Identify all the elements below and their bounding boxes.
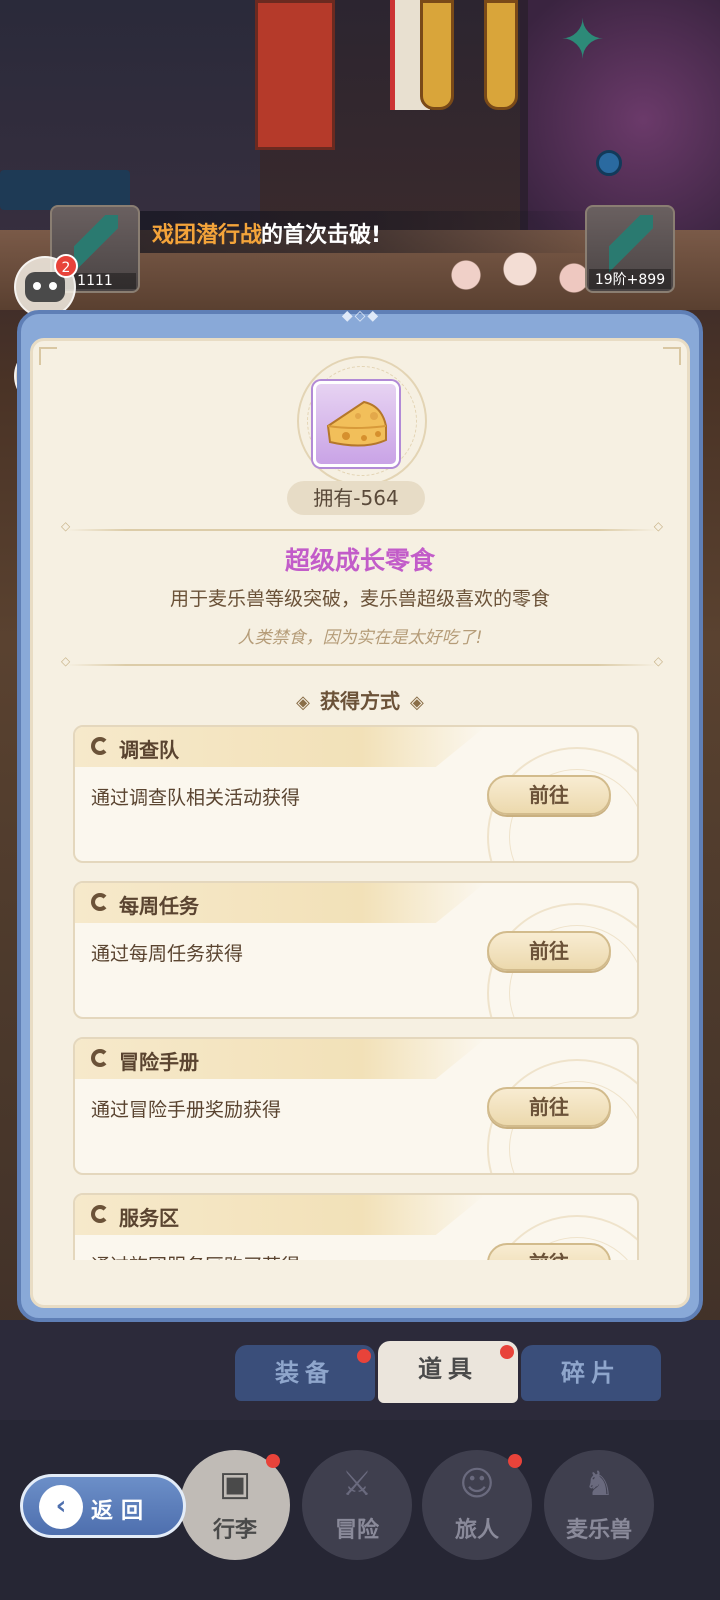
go-button[interactable]: 前往: [487, 931, 611, 971]
owned-count: 拥有-564: [287, 481, 425, 515]
sources-title: ◈ 获得方式 ◈: [33, 685, 687, 714]
banner-highlight: 戏团潜行战: [152, 223, 263, 248]
nav-label: 旅人: [454, 1518, 499, 1543]
achievement-banner: 1111 戏团潜行战 的首次击破! 19阶+899: [40, 205, 680, 295]
tab-equipment[interactable]: 装备: [235, 1345, 375, 1401]
item-name: 超级成长零食: [284, 546, 435, 575]
source-card: 服务区 通过旅团服务区购买获得 前往: [73, 1193, 639, 1260]
source-icon: [91, 737, 109, 755]
nav-label: 麦乐兽: [565, 1518, 632, 1543]
divider: [61, 654, 663, 668]
source-card: 冒险手册 通过冒险手册奖励获得 前往: [73, 1037, 639, 1175]
item-flavor-text: 人类禁食，因为实在是太好吃了!: [237, 628, 483, 648]
bot-icon: [25, 272, 65, 302]
scene-character-legs: [420, 0, 530, 130]
notification-dot: [357, 1349, 371, 1363]
source-icon: [91, 1049, 109, 1067]
traveler-icon: ☺: [459, 1464, 495, 1504]
weapon-icon: [74, 215, 118, 275]
sources-title-text: 获得方式: [320, 689, 400, 713]
back-arrow-icon: ‹: [39, 1485, 83, 1529]
corner-ornament: [39, 347, 57, 365]
weapon-icon: [609, 215, 653, 275]
tab-items[interactable]: 道具: [378, 1341, 518, 1403]
tab-label: 装备: [275, 1359, 335, 1387]
chest-icon: ▣: [218, 1464, 252, 1504]
item-description: 用于麦乐兽等级突破，麦乐兽超级喜欢的零食: [169, 588, 550, 610]
nav-label: 行李: [212, 1518, 257, 1543]
source-label: 调查队: [119, 738, 179, 762]
go-button[interactable]: 前往: [487, 1087, 611, 1127]
crossed-swords-icon: ⚔: [341, 1464, 373, 1504]
tab-label: 道具: [418, 1355, 478, 1383]
divider: [61, 519, 663, 533]
bot-button[interactable]: 2: [14, 254, 78, 318]
corner-ornament: [663, 347, 681, 365]
notification-dot: [508, 1454, 522, 1468]
source-icon: [91, 893, 109, 911]
source-card: 调查队 通过调查队相关活动获得 前往: [73, 725, 639, 863]
cheese-icon: [326, 400, 387, 447]
banner-strip: 戏团潜行战 的首次击破!: [140, 211, 610, 253]
source-icon: [91, 1205, 109, 1223]
scene-poster: [255, 0, 335, 150]
back-label: 返回: [91, 1499, 152, 1524]
source-description: 通过冒险手册奖励获得: [91, 1099, 282, 1121]
right-character-card: 19阶+899: [585, 205, 675, 293]
go-button[interactable]: 前往: [487, 1243, 611, 1260]
item-detail-panel: 拥有-564 超级成长零食 用于麦乐兽等级突破，麦乐兽超级喜欢的零食 人类禁食，…: [30, 338, 690, 1308]
nav-adventure[interactable]: ⚔ 冒险: [302, 1450, 412, 1560]
nav-luggage[interactable]: ▣ 行李: [180, 1450, 290, 1560]
sources-list[interactable]: 调查队 通过调查队相关活动获得 前往 每周任务 通过每周任务获得 前往 冒险手册…: [73, 725, 639, 1260]
notification-dot: [266, 1454, 280, 1468]
tab-label: 碎片: [561, 1359, 621, 1387]
nav-label: 冒险: [334, 1518, 379, 1543]
source-label: 冒险手册: [119, 1050, 199, 1074]
bot-badge: 2: [54, 254, 78, 278]
notification-dot: [500, 1345, 514, 1359]
banner-suffix: 的首次击破!: [261, 223, 382, 248]
pet-icon: ♞: [583, 1464, 615, 1504]
right-card-level: 19阶+899: [589, 269, 671, 289]
scene-floor-mat: [0, 170, 130, 210]
star-icon: ✦: [560, 8, 606, 71]
source-label: 服务区: [119, 1206, 179, 1230]
diamond-icon: ◈: [410, 692, 424, 713]
nav-pet[interactable]: ♞ 麦乐兽: [544, 1450, 654, 1560]
go-button[interactable]: 前往: [487, 775, 611, 815]
item-icon-frame: [313, 381, 399, 467]
scene-orb: [596, 150, 622, 176]
source-description: 通过旅团服务区购买获得: [91, 1251, 300, 1260]
nav-traveler[interactable]: ☺ 旅人: [422, 1450, 532, 1560]
source-card: 每周任务 通过每周任务获得 前往: [73, 881, 639, 1019]
tab-fragments[interactable]: 碎片: [521, 1345, 661, 1401]
source-description: 通过每周任务获得: [91, 943, 244, 965]
source-label: 每周任务: [119, 894, 199, 918]
diamond-icon: ◈: [296, 692, 310, 713]
back-button[interactable]: ‹ 返回: [20, 1474, 186, 1538]
frame-ornament-icon: ◆◇◆: [341, 308, 381, 324]
source-description: 通过调查队相关活动获得: [91, 787, 301, 809]
inventory-tabs: 装备 道具 碎片: [235, 1341, 665, 1405]
